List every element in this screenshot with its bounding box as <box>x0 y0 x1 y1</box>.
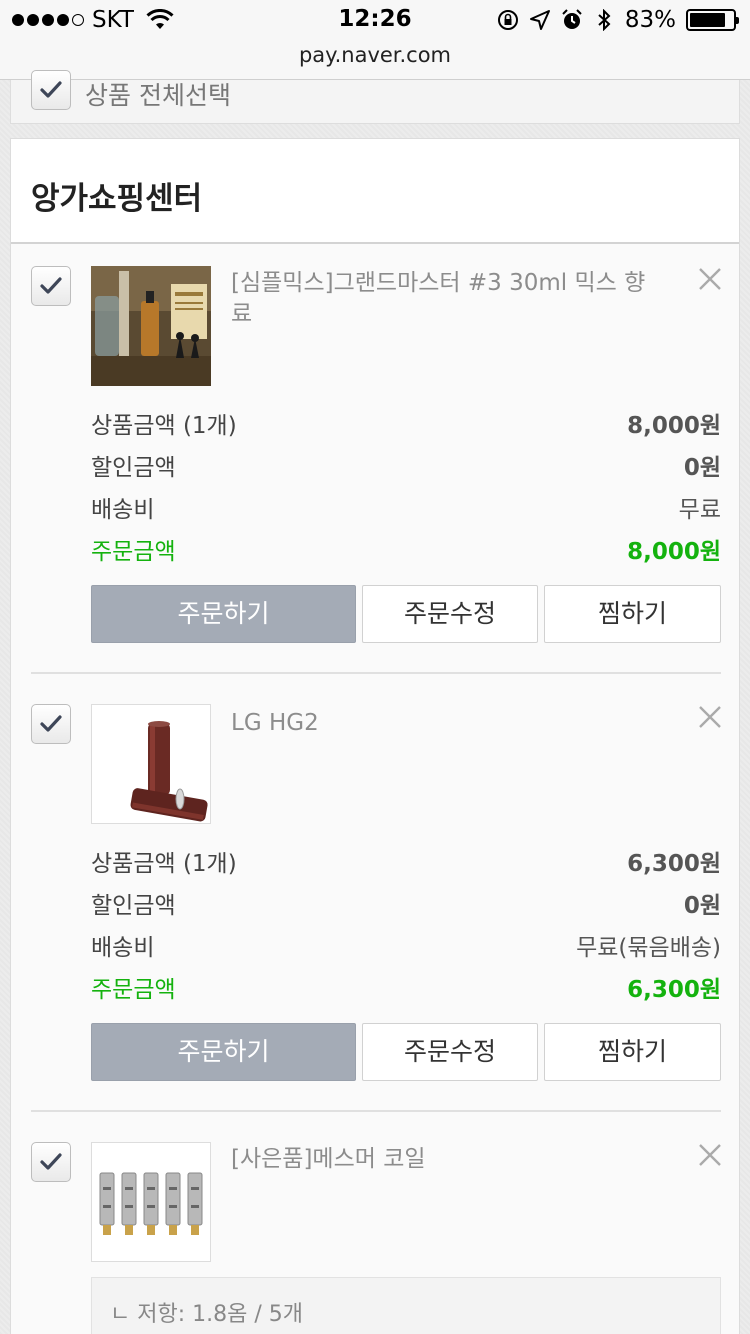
product-title[interactable]: [심플믹스]그랜드마스터 #3 30ml 믹스 향료 <box>231 268 661 330</box>
price-value: 6,300원 <box>627 851 721 877</box>
total-value: 8,000원 <box>627 539 721 565</box>
discount-row: 할인금액 0원 <box>91 886 721 920</box>
checkmark-icon <box>40 81 62 98</box>
item-divider <box>31 672 721 674</box>
item-checkbox[interactable] <box>31 704 71 744</box>
product-photo <box>92 705 210 823</box>
edit-order-button[interactable]: 주문수정 <box>362 1023 538 1081</box>
shipping-value: 무료 <box>678 497 721 523</box>
battery-percent: 83% <box>624 7 676 33</box>
wishlist-button[interactable]: 찜하기 <box>544 1023 721 1081</box>
shipping-row: 배송비 무료 <box>91 490 721 524</box>
order-button[interactable]: 주문하기 <box>91 585 356 643</box>
shipping-label: 배송비 <box>91 497 155 523</box>
discount-value: 0원 <box>683 455 721 481</box>
wishlist-button[interactable]: 찜하기 <box>544 585 721 643</box>
checkmark-icon <box>40 277 62 294</box>
alarm-icon <box>562 9 582 29</box>
url-text: pay.naver.com <box>298 43 452 67</box>
discount-value: 0원 <box>683 893 721 919</box>
shipping-row: 배송비 무료(묶음배송) <box>91 928 721 962</box>
discount-label: 할인금액 <box>91 893 176 919</box>
select-all-bar: 상품 전체선택 <box>10 70 740 124</box>
cart-item: [사은품]메스머 코일 ㄴ 저항: 1.8옴 / 5개 <box>11 1120 739 1334</box>
product-image[interactable] <box>91 704 211 824</box>
item-checkbox[interactable] <box>31 1142 71 1182</box>
rotation-lock-icon <box>497 10 518 30</box>
close-icon[interactable] <box>697 266 723 292</box>
option-box: ㄴ 저항: 1.8옴 / 5개 <box>91 1277 721 1334</box>
store-name: 앙가쇼핑센터 <box>31 181 203 217</box>
battery-icon <box>686 9 739 31</box>
discount-label: 할인금액 <box>91 455 176 481</box>
total-row: 주문금액 8,000원 <box>91 532 721 566</box>
option-text: ㄴ 저항: 1.8옴 / 5개 <box>110 1302 303 1327</box>
edit-order-button[interactable]: 주문수정 <box>362 585 538 643</box>
address-bar[interactable]: pay.naver.com <box>0 40 750 80</box>
price-row: 상품금액 (1개) 8,000원 <box>91 406 721 440</box>
select-all-checkbox[interactable] <box>31 70 71 110</box>
price-value: 8,000원 <box>627 413 721 439</box>
price-label: 상품금액 (1개) <box>91 851 237 877</box>
item-checkbox[interactable] <box>31 266 71 306</box>
item-divider <box>31 1110 721 1112</box>
total-value: 6,300원 <box>627 977 721 1003</box>
checkmark-icon <box>40 1153 62 1170</box>
product-image[interactable] <box>91 266 211 386</box>
shipping-label: 배송비 <box>91 935 155 961</box>
product-image[interactable] <box>91 1142 211 1262</box>
order-button[interactable]: 주문하기 <box>91 1023 356 1081</box>
location-arrow-icon <box>529 10 550 30</box>
product-photo <box>91 266 211 386</box>
bluetooth-icon <box>598 9 611 31</box>
store-header: 앙가쇼핑센터 <box>11 139 739 244</box>
select-all-label: 상품 전체선택 <box>85 81 231 110</box>
product-title[interactable]: [사은품]메스머 코일 <box>231 1144 661 1175</box>
status-right: 83% <box>497 7 739 33</box>
cart-item: LG HG2 상품금액 (1개) 6,300원 할인금액 0원 배송비 무료(묶… <box>11 682 739 1112</box>
total-row: 주문금액 6,300원 <box>91 970 721 1004</box>
status-bar: SKT 12:26 83% <box>0 0 750 40</box>
cart-item: [심플믹스]그랜드마스터 #3 30ml 믹스 향료 상품금액 (1개) 8,0… <box>11 244 739 674</box>
total-label: 주문금액 <box>91 977 176 1003</box>
shipping-value: 무료(묶음배송) <box>576 935 721 961</box>
checkmark-icon <box>40 715 62 732</box>
product-photo <box>92 1143 210 1261</box>
close-icon[interactable] <box>697 704 723 730</box>
product-title[interactable]: LG HG2 <box>231 708 661 739</box>
price-label: 상품금액 (1개) <box>91 413 237 439</box>
discount-row: 할인금액 0원 <box>91 448 721 482</box>
total-label: 주문금액 <box>91 539 176 565</box>
price-row: 상품금액 (1개) 6,300원 <box>91 844 721 878</box>
store-card: 앙가쇼핑센터 [심플믹스]그랜드마스터 #3 30ml 믹스 향료 상품금액 (… <box>10 138 740 1334</box>
close-icon[interactable] <box>697 1142 723 1168</box>
